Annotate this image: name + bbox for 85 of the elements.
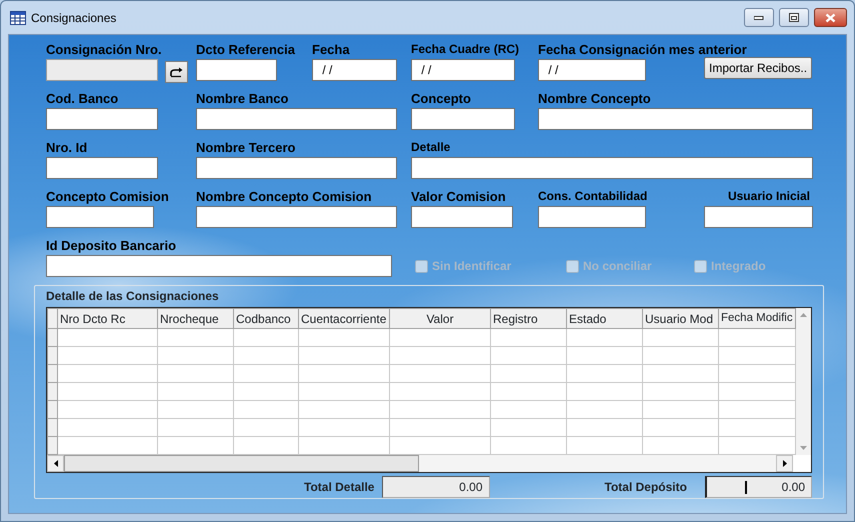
close-button[interactable] [814,8,847,27]
column-header: Usuario Mod [642,308,718,328]
input-field[interactable] [196,108,397,130]
scroll-left-button[interactable] [47,455,64,472]
field-label: Id Deposito Bancario [46,238,178,253]
input-field[interactable] [46,157,158,179]
column-header: Nro Dcto Rc [58,308,158,328]
table-cell [234,418,298,436]
column-header: Nrocheque [158,308,234,328]
field-label: Dcto Referencia [196,42,296,57]
input-field[interactable]: / / [411,59,515,81]
maximize-button[interactable] [779,8,809,27]
redo-icon[interactable] [169,66,184,78]
text-cursor [744,481,747,494]
input-field[interactable] [196,59,277,81]
table-icon [10,10,26,24]
input-field[interactable] [538,206,646,228]
column-header: Fecha Modific [718,308,796,328]
minimize-icon[interactable] [754,16,764,20]
input-field[interactable] [196,157,397,179]
field-label: Fecha Consignación mes anterior [538,42,748,57]
table-cell [234,364,298,382]
row-header [48,308,58,328]
row-header [48,328,58,346]
input-field[interactable] [46,206,154,228]
field-label: Fecha [312,42,351,57]
field-label: Nombre Concepto [538,91,652,106]
table-cell [234,400,298,418]
row-header [48,418,58,436]
group-title: Detalle de las Consignaciones [46,289,220,303]
import-button[interactable]: Importar Recibos.. [704,57,812,79]
window-title: Consignaciones [31,10,118,26]
field-label: Consignación Nro. [46,42,163,57]
field-label: Fecha Cuadre (RC) [411,42,520,57]
total-label: Total Detalle [304,479,374,496]
column-header: Registro [490,308,566,328]
table-cell [234,328,298,346]
column-header: Cuentacorriente [298,308,390,328]
input-field[interactable] [196,206,397,228]
total-field[interactable]: 0.00 [382,476,490,498]
total-value: 0.00 [782,479,805,496]
table-cell [234,382,298,400]
minimize-button[interactable] [744,8,774,27]
input-field[interactable] [704,206,813,228]
field-label: Nombre Banco [196,91,290,106]
input-field[interactable]: / / [538,59,646,81]
input-field[interactable] [411,157,813,179]
input-field[interactable]: / / [312,59,397,81]
field-label: Usuario Inicial [726,189,811,204]
scroll-left-icon[interactable] [54,460,58,467]
field-label: Detalle [411,140,452,155]
field-label: Cons. Contabilidad [538,189,648,204]
total-value: 0.00 [459,479,482,496]
field-label: Cod. Banco [46,91,120,106]
field-label: Nombre Concepto Comision [196,189,373,204]
column-header: Codbanco [234,308,298,328]
row-header [48,364,58,382]
row-header [48,346,58,364]
checkbox-label: No conciliar [583,258,652,275]
column-header: Estado [566,308,642,328]
input-field[interactable] [538,108,813,130]
field-label: Nro. Id [46,140,88,155]
row-header [48,436,58,454]
scroll-right-icon[interactable] [782,460,786,467]
row-header [48,382,58,400]
redo-button[interactable] [165,61,188,83]
row-header [48,400,58,418]
field-label: Concepto [411,91,472,106]
total-field[interactable]: 0.00 [704,476,812,498]
scroll-thumb[interactable] [64,455,419,472]
input-field[interactable] [411,206,513,228]
scroll-right-button[interactable] [776,455,793,472]
maximize-icon[interactable] [789,13,799,22]
field-label: Valor Comision [411,189,507,204]
input-field[interactable] [411,108,515,130]
input-field[interactable] [46,108,158,130]
column-header: Valor [390,308,490,328]
checkbox-label: Integrado [711,258,766,275]
input-field[interactable] [46,255,392,277]
table-cell [234,346,298,364]
field-label: Concepto Comision [46,189,170,204]
close-icon[interactable] [825,12,836,22]
checkbox-label: Sin Identificar [432,258,512,275]
field-label: Nombre Tercero [196,140,296,155]
total-label: Total Depósito [604,479,687,496]
